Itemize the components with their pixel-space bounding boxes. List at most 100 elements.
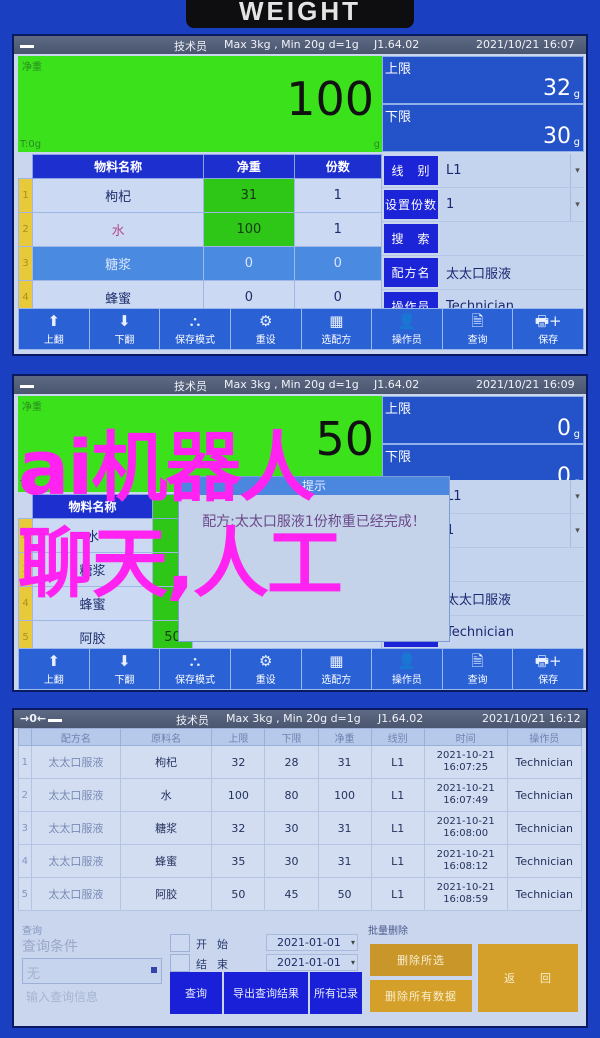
lower-limit-label: 下限	[385, 450, 412, 465]
recipe-value[interactable]: 太太口服液	[440, 582, 584, 615]
upper-limit-value: 32	[543, 76, 571, 101]
query-condition-select[interactable]: 无	[22, 958, 162, 984]
cell-time: 2021-10-21 16:08:59	[423, 877, 508, 911]
back-button[interactable]: 返 回	[478, 944, 578, 1012]
select-recipe-button[interactable]: ▦ 选配方	[302, 309, 373, 349]
operator-button-label: 操作员	[391, 674, 422, 686]
reset-button[interactable]: ⚙ 重设	[231, 649, 302, 689]
completion-dialog[interactable]: 提示 配方:太太口服液1份称重已经完成！	[178, 476, 450, 642]
pyramid-icon: ⛬	[189, 311, 201, 330]
table-row[interactable]: 3 太太口服液 糖浆 32 30 31 L1 2021-10-21 16:08:0…	[18, 811, 583, 845]
material-name[interactable]: 枸杞	[31, 178, 205, 213]
save-button[interactable]: 🖶+ 保存	[513, 649, 583, 689]
bottom-toolbar: ⬆ 上翻 ⬇ 下翻 ⛬ 保存模式 ⚙ 重设 ▦ 选配方 👤 操作员 🗎 查询 🖶+ 保存	[18, 648, 584, 690]
net-weight-label: 净重	[22, 402, 42, 413]
row-index: 1	[18, 745, 32, 779]
material-name[interactable]: 水	[31, 212, 205, 247]
cell-line: L1	[370, 811, 425, 845]
query-label: 查询	[467, 674, 488, 686]
portions-select[interactable]: 1 ▾	[440, 188, 584, 221]
brand-plate: WEIGHT	[186, 0, 414, 28]
reset-label: 重设	[255, 674, 276, 686]
cell-material: 水	[119, 778, 213, 812]
page-down-button[interactable]: ⬇ 下翻	[90, 309, 161, 349]
end-date-checkbox[interactable]	[170, 954, 190, 972]
table-row[interactable]: 1 太太口服液 枸杞 32 28 31 L1 2021-10-21 16:07:2…	[18, 745, 583, 779]
delete-all-button[interactable]: 删除所有数据	[370, 980, 472, 1012]
material-name[interactable]: 糖浆	[31, 246, 205, 281]
reset-label: 重设	[255, 334, 276, 346]
save-mode-button[interactable]: ⛬ 保存模式	[160, 649, 231, 689]
delete-selected-button[interactable]: 删除所选	[370, 944, 472, 976]
upper-limit-panel: 上限 32 g	[382, 56, 584, 104]
dropdown-square-icon[interactable]	[149, 965, 159, 975]
start-label: 开始	[196, 938, 238, 951]
save-button[interactable]: 🖶+ 保存	[513, 309, 583, 349]
table-row[interactable]: 4 太太口服液 蜂蜜 35 30 31 L1 2021-10-21 16:08:1…	[18, 844, 583, 878]
col-header-count: 份数	[293, 154, 383, 179]
table-row-selected[interactable]: 3 糖浆 0 0	[18, 246, 383, 281]
col-header-operator: 操作员	[506, 728, 583, 746]
index-header	[18, 154, 33, 179]
material-name[interactable]: 糖浆	[32, 552, 153, 587]
recipe-value[interactable]: 太太口服液	[440, 256, 584, 289]
material-weight: 100	[203, 212, 295, 247]
query-info-input[interactable]: 输入查询信息	[26, 988, 98, 1005]
chevron-down-icon[interactable]: ▾	[570, 480, 584, 513]
lower-limit-unit: g	[573, 137, 580, 148]
start-date-picker[interactable]: 2021-01-01 ▾	[266, 934, 358, 951]
search-label: 搜 索	[384, 224, 438, 253]
query-button[interactable]: 🗎 查询	[443, 649, 514, 689]
lower-limit-label: 下限	[385, 110, 412, 125]
lower-limit-panel: 下限 30 g	[382, 104, 584, 152]
scale-icon	[20, 380, 34, 388]
cell-lower: 30	[264, 811, 319, 845]
select-recipe-button[interactable]: ▦ 选配方	[302, 649, 373, 689]
scale-icon	[48, 714, 62, 722]
chevron-down-icon[interactable]: ▾	[570, 154, 584, 187]
settings-form: 线 别 L1 ▾ 设置份数 1 ▾ 搜 索 配方名 太太口服液 操作员 Techni…	[382, 154, 584, 324]
cell-material: 枸杞	[119, 745, 213, 779]
status-version: J1.64.02	[374, 38, 420, 51]
col-header-line: 线别	[370, 728, 425, 746]
portions-select[interactable]: 1 ▾	[440, 514, 584, 547]
query-button[interactable]: 🗎 查询	[443, 309, 514, 349]
search-input[interactable]	[440, 548, 584, 581]
material-name[interactable]: 水	[32, 518, 153, 553]
dialog-message: 配方:太太口服液1份称重已经完成！	[202, 514, 426, 530]
select-recipe-label: 选配方	[321, 674, 352, 686]
operator-button[interactable]: 👤 操作员	[372, 649, 443, 689]
chevron-down-icon[interactable]: ▾	[570, 514, 584, 547]
end-date-picker[interactable]: 2021-01-01 ▾	[266, 954, 358, 971]
query-submit-button[interactable]: 查询	[170, 972, 222, 1014]
search-input[interactable]	[440, 222, 584, 255]
table-row[interactable]: 5 太太口服液 阿胶 50 45 50 L1 2021-10-21 16:08:5…	[18, 877, 583, 911]
table-row[interactable]: 1 枸杞 31 1	[18, 178, 383, 213]
line-select[interactable]: L1 ▾	[440, 154, 584, 187]
cell-upper: 100	[211, 778, 266, 812]
save-mode-button[interactable]: ⛬ 保存模式	[160, 309, 231, 349]
chevron-down-icon[interactable]: ▾	[570, 188, 584, 221]
cell-clock: 16:07:25	[443, 762, 489, 773]
chevron-down-icon[interactable]: ▾	[351, 955, 355, 970]
page-down-button[interactable]: ⬇ 下翻	[90, 649, 161, 689]
upper-limit-label: 上限	[385, 62, 412, 77]
all-records-button[interactable]: 所有记录	[310, 972, 362, 1014]
operator-button[interactable]: 👤 操作员	[372, 309, 443, 349]
line-select[interactable]: L1 ▾	[440, 480, 584, 513]
save-mode-label: 保存模式	[175, 674, 216, 686]
material-name[interactable]: 蜂蜜	[32, 586, 153, 621]
chevron-down-icon[interactable]: ▾	[351, 935, 355, 950]
reset-button[interactable]: ⚙ 重设	[231, 309, 302, 349]
page-up-button[interactable]: ⬆ 上翻	[19, 309, 90, 349]
cell-material: 阿胶	[119, 877, 213, 911]
table-row[interactable]: 2 水 100 1	[18, 212, 383, 247]
start-date-checkbox[interactable]	[170, 934, 190, 952]
operator-value[interactable]: Technician	[440, 616, 584, 649]
status-user: 技术员	[174, 40, 207, 53]
records-table: 配方名 原料名 上限 下限 净重 线别 时间 操作员 1 太太口服液 枸杞 32…	[18, 728, 583, 911]
page-up-button[interactable]: ⬆ 上翻	[19, 649, 90, 689]
export-results-button[interactable]: 导出查询结果	[224, 972, 308, 1014]
table-row[interactable]: 2 太太口服液 水 100 80 100 L1 2021-10-21 16:07:…	[18, 778, 583, 812]
cell-line: L1	[370, 745, 425, 779]
